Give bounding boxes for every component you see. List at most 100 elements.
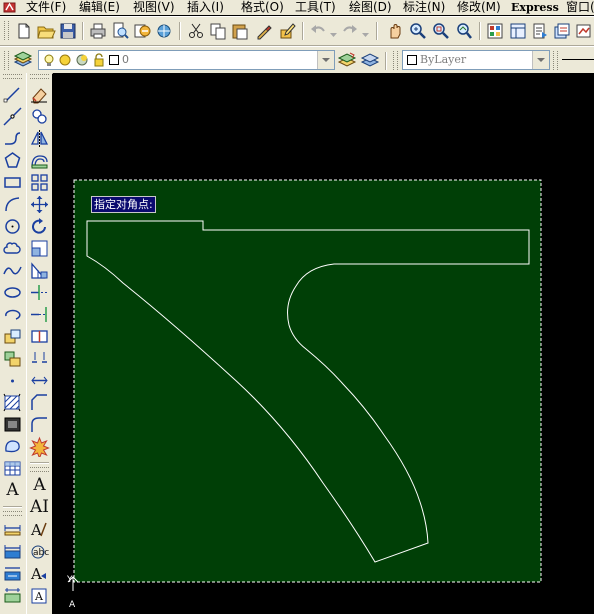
- tool-palettes-icon[interactable]: [530, 21, 550, 41]
- gradient-icon[interactable]: [2, 414, 23, 435]
- stretch-icon[interactable]: [29, 260, 50, 281]
- table-icon[interactable]: [2, 458, 23, 479]
- toolbar-grip[interactable]: [3, 511, 22, 516]
- layer-dropdown[interactable]: 0: [38, 50, 335, 70]
- attribute-icon[interactable]: A: [29, 585, 50, 606]
- toolbar-grip[interactable]: [3, 74, 22, 79]
- layer-viewport-freeze-icon[interactable]: [75, 53, 89, 67]
- markup-icon[interactable]: [574, 21, 594, 41]
- menu-window[interactable]: 窗口(: [566, 0, 594, 15]
- design-center-icon[interactable]: [508, 21, 528, 41]
- app-menu-icon[interactable]: [3, 1, 16, 14]
- multiline-text-edit-icon[interactable]: AI: [29, 497, 50, 518]
- print-preview-icon[interactable]: [110, 21, 130, 41]
- scale-icon[interactable]: [29, 238, 50, 259]
- trim-icon[interactable]: [29, 282, 50, 303]
- mirror-icon[interactable]: [29, 128, 50, 149]
- print-icon[interactable]: [88, 21, 108, 41]
- fillet-icon[interactable]: [29, 414, 50, 435]
- paste-icon[interactable]: [230, 21, 250, 41]
- cut-icon[interactable]: [186, 21, 206, 41]
- copy-icon[interactable]: [208, 21, 228, 41]
- menu-tools[interactable]: 工具(T): [295, 0, 336, 15]
- layer-properties-icon[interactable]: [13, 50, 33, 70]
- make-block-icon[interactable]: [2, 348, 23, 369]
- pan-icon[interactable]: [385, 21, 405, 41]
- break-icon[interactable]: [29, 348, 50, 369]
- erase-icon[interactable]: [29, 84, 50, 105]
- properties-icon[interactable]: [485, 21, 505, 41]
- layer-on-bulb-icon[interactable]: [42, 53, 56, 67]
- revision-cloud-icon[interactable]: [2, 238, 23, 259]
- 3d-dwf-icon[interactable]: [154, 21, 174, 41]
- menu-file[interactable]: 文件(F): [26, 0, 66, 15]
- model-space[interactable]: [53, 73, 594, 614]
- chevron-down-icon[interactable]: [532, 51, 549, 69]
- quick-leader-icon[interactable]: [2, 585, 23, 606]
- menu-insert[interactable]: 插入(I): [187, 0, 224, 15]
- drawing-canvas[interactable]: 指定对角点: Y A: [53, 73, 594, 614]
- text-edit-icon[interactable]: A: [29, 519, 50, 540]
- layer-previous-icon[interactable]: [360, 50, 380, 70]
- polygon-icon[interactable]: [2, 150, 23, 171]
- dimension-icon[interactable]: [2, 519, 23, 540]
- redo-icon[interactable]: [340, 21, 360, 41]
- multiline-text-icon[interactable]: A: [2, 480, 23, 501]
- circle-icon[interactable]: [2, 216, 23, 237]
- menu-draw[interactable]: 绘图(D): [349, 0, 392, 15]
- arc-icon[interactable]: [2, 194, 23, 215]
- toolbar-grip[interactable]: [30, 74, 49, 79]
- ellipse-icon[interactable]: [2, 282, 23, 303]
- match-properties-icon[interactable]: [254, 21, 274, 41]
- line-icon[interactable]: [2, 84, 23, 105]
- menu-format[interactable]: 格式(O): [241, 0, 284, 15]
- chamfer-icon[interactable]: [29, 392, 50, 413]
- publish-icon[interactable]: [132, 21, 152, 41]
- sheet-set-icon[interactable]: [552, 21, 572, 41]
- point-icon[interactable]: [2, 370, 23, 391]
- menu-express[interactable]: Express: [511, 0, 559, 15]
- toolbar-grip[interactable]: [393, 51, 398, 70]
- move-icon[interactable]: [29, 194, 50, 215]
- undo-dropdown-icon[interactable]: [330, 27, 337, 37]
- toolbar-grip[interactable]: [4, 51, 9, 70]
- zoom-window-icon[interactable]: [431, 21, 451, 41]
- spline-icon[interactable]: [2, 260, 23, 281]
- offset-icon[interactable]: [29, 150, 50, 171]
- menu-dimension[interactable]: 标注(N): [403, 0, 445, 15]
- break-at-point-icon[interactable]: [29, 326, 50, 347]
- text-icon[interactable]: [2, 563, 23, 584]
- spell-check-icon[interactable]: abc: [29, 541, 50, 562]
- menu-modify[interactable]: 修改(M): [457, 0, 501, 15]
- layer-freeze-sun-icon[interactable]: [58, 53, 72, 67]
- explode-icon[interactable]: [29, 436, 50, 457]
- layer-lock-icon[interactable]: [92, 53, 106, 67]
- rectangle-icon[interactable]: [2, 172, 23, 193]
- hatch-icon[interactable]: [2, 392, 23, 413]
- menu-view[interactable]: 视图(V): [133, 0, 175, 15]
- insert-block-icon[interactable]: [2, 326, 23, 347]
- menu-edit[interactable]: 编辑(E): [79, 0, 120, 15]
- toolbar-grip[interactable]: [30, 467, 49, 472]
- chevron-down-icon[interactable]: [317, 51, 334, 69]
- construction-line-icon[interactable]: [2, 106, 23, 127]
- zoom-realtime-icon[interactable]: [408, 21, 428, 41]
- find-replace-icon[interactable]: A: [29, 563, 50, 584]
- region-icon[interactable]: [2, 436, 23, 457]
- zoom-previous-icon[interactable]: [454, 21, 474, 41]
- save-icon[interactable]: [58, 21, 78, 41]
- rotate-icon[interactable]: [29, 216, 50, 237]
- toolbar-grip[interactable]: [4, 21, 9, 40]
- open-icon[interactable]: [36, 21, 56, 41]
- linetype-control-preview[interactable]: [562, 59, 594, 60]
- new-file-icon[interactable]: [14, 21, 34, 41]
- ellipse-arc-icon[interactable]: [2, 304, 23, 325]
- undo-icon[interactable]: [308, 21, 328, 41]
- redo-dropdown-icon[interactable]: [362, 27, 369, 37]
- layer-color-swatch[interactable]: [109, 55, 119, 65]
- array-icon[interactable]: [29, 172, 50, 193]
- make-object-layer-current-icon[interactable]: [337, 50, 357, 70]
- text-style-icon[interactable]: A: [29, 475, 50, 496]
- layer-icon[interactable]: [2, 541, 23, 562]
- join-icon[interactable]: [29, 370, 50, 391]
